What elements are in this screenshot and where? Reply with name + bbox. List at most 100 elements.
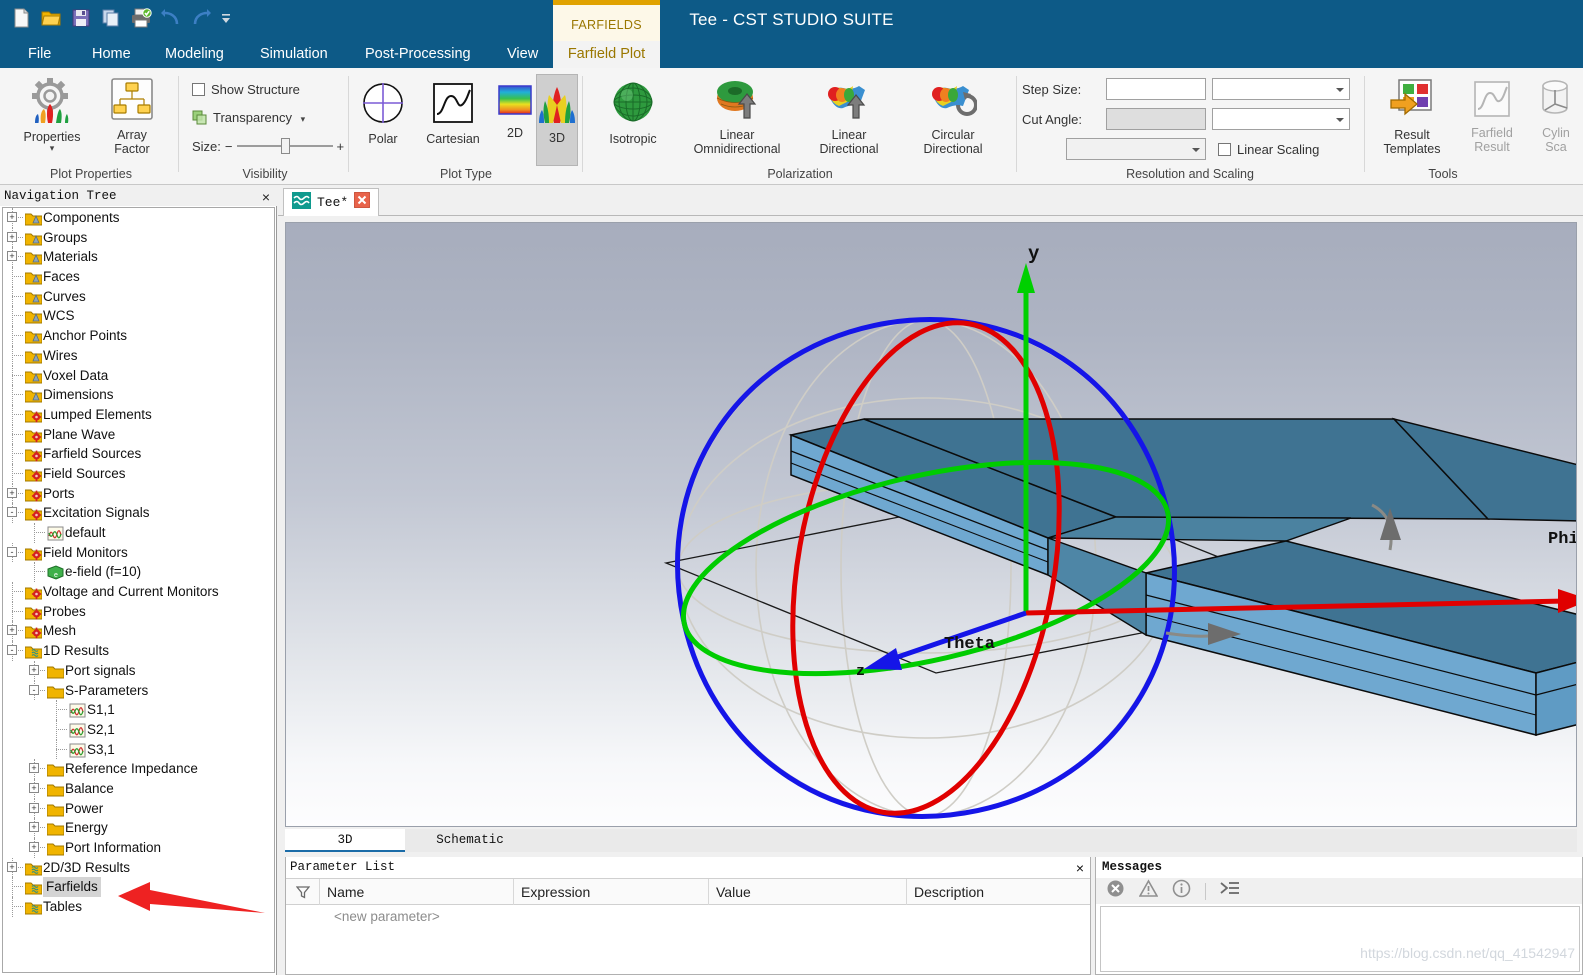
- tree-item-field-sources[interactable]: Field Sources: [3, 463, 274, 484]
- column-header-value[interactable]: Value: [709, 879, 907, 905]
- tree-item-excitation-signals[interactable]: - Excitation Signals: [3, 503, 274, 523]
- size-minus-label[interactable]: −: [225, 139, 233, 154]
- menu-tab-farfield-plot[interactable]: Farfield Plot: [553, 41, 660, 68]
- menu-simulation[interactable]: Simulation: [250, 41, 338, 68]
- expand-icon[interactable]: +: [29, 822, 39, 833]
- collapse-icon[interactable]: -: [29, 684, 39, 695]
- tree-item-anchor-points[interactable]: Anchor Points: [3, 326, 274, 346]
- tree-item-components[interactable]: + Components: [3, 208, 274, 228]
- tree-item-reference-impedance[interactable]: + Reference Impedance: [3, 759, 274, 779]
- tree-item-curves[interactable]: Curves: [3, 286, 274, 307]
- column-header-description[interactable]: Description: [907, 879, 1090, 905]
- linear-directional-button[interactable]: Linear Directional: [799, 76, 899, 156]
- document-tab-tee[interactable]: Tee*: [283, 188, 380, 216]
- tree-item-plane-wave[interactable]: Plane Wave: [3, 424, 274, 445]
- size-slider-handle[interactable]: [280, 138, 290, 154]
- tree-item-s3-1[interactable]: S3,1: [3, 739, 274, 760]
- expand-icon[interactable]: +: [7, 251, 17, 262]
- info-icon[interactable]: [1172, 879, 1191, 903]
- tree-item-wires[interactable]: Wires: [3, 345, 274, 366]
- linear-scaling-box[interactable]: [1218, 143, 1231, 156]
- size-slider[interactable]: [236, 138, 333, 154]
- close-icon[interactable]: ×: [262, 187, 270, 207]
- tree-item-lumped-elements[interactable]: Lumped Elements: [3, 404, 274, 425]
- close-icon[interactable]: ×: [1076, 858, 1084, 878]
- tree-item-e-field-f-10[interactable]: e e-field (f=10): [3, 562, 274, 583]
- tree-item-voxel-data[interactable]: Voxel Data: [3, 365, 274, 386]
- expand-icon[interactable]: +: [7, 625, 17, 636]
- cylinder-scan-button[interactable]: Cylin Sca: [1526, 76, 1583, 154]
- transparency-dropdown-icon[interactable]: ▾: [301, 114, 306, 124]
- expand-icon[interactable]: +: [29, 664, 39, 675]
- menu-post-processing[interactable]: Post-Processing: [355, 41, 481, 68]
- result-templates-button[interactable]: Result Templates: [1370, 76, 1454, 156]
- polar-button[interactable]: Polar: [352, 78, 414, 146]
- tree-item-default[interactable]: default: [3, 523, 274, 543]
- collapse-icon[interactable]: -: [7, 546, 17, 557]
- tree-item-tables[interactable]: Tables: [3, 897, 274, 917]
- tree-item-power[interactable]: + Power: [3, 798, 274, 819]
- tree-item-ports[interactable]: + Ports: [3, 483, 274, 504]
- collapse-icon[interactable]: -: [7, 507, 17, 518]
- warning-icon[interactable]: [1138, 879, 1159, 903]
- circular-directional-button[interactable]: Circular Directional: [900, 76, 1006, 156]
- show-structure-box[interactable]: [192, 83, 205, 96]
- linear-scaling-checkbox[interactable]: Linear Scaling: [1218, 142, 1319, 157]
- tree-item-s1-1[interactable]: S1,1: [3, 700, 274, 720]
- expand-icon[interactable]: +: [7, 212, 17, 222]
- messages-content[interactable]: [1100, 906, 1580, 972]
- transparency-button[interactable]: Transparency ▾: [192, 110, 305, 128]
- menu-home[interactable]: Home: [82, 41, 141, 68]
- document-tab-close-icon[interactable]: [353, 191, 371, 213]
- tree-item-mesh[interactable]: + Mesh: [3, 621, 274, 642]
- navigation-tree-list[interactable]: + Components + Groups + Materials Faces Curves W…: [2, 207, 275, 973]
- tree-item-faces[interactable]: Faces: [3, 267, 274, 287]
- tree-item-farfield-sources[interactable]: Farfield Sources: [3, 444, 274, 464]
- tree-item-farfields[interactable]: Farfields: [3, 877, 274, 898]
- size-plus-label[interactable]: +: [337, 139, 345, 154]
- tab-3d[interactable]: 3D: [285, 829, 405, 852]
- expand-icon[interactable]: +: [7, 861, 17, 872]
- tree-item-voltage-and-current-monitors[interactable]: Voltage and Current Monitors: [3, 582, 274, 602]
- tree-item-probes[interactable]: Probes: [3, 601, 274, 622]
- filter-icon[interactable]: [286, 879, 320, 905]
- menu-modeling[interactable]: Modeling: [155, 41, 234, 68]
- expand-icon[interactable]: +: [29, 842, 39, 852]
- step-size-input[interactable]: [1106, 78, 1206, 100]
- expand-icon[interactable]: +: [29, 782, 39, 793]
- expand-icon[interactable]: +: [7, 487, 17, 498]
- column-header-expression[interactable]: Expression: [514, 879, 709, 905]
- cartesian-button[interactable]: Cartesian: [414, 78, 492, 146]
- error-icon[interactable]: [1106, 879, 1125, 903]
- tree-item-s2-1[interactable]: S2,1: [3, 719, 274, 740]
- expand-icon[interactable]: +: [7, 231, 17, 242]
- resolution-combo-3[interactable]: [1066, 138, 1206, 160]
- tree-item-wcs[interactable]: WCS: [3, 306, 274, 327]
- clear-icon[interactable]: [1220, 880, 1240, 902]
- expand-icon[interactable]: +: [29, 802, 39, 813]
- tab-schematic[interactable]: Schematic: [405, 829, 535, 852]
- tree-item-field-monitors[interactable]: - Field Monitors: [3, 542, 274, 563]
- properties-button[interactable]: Properties ▾: [16, 74, 88, 153]
- show-structure-checkbox[interactable]: Show Structure: [192, 82, 300, 97]
- array-factor-button[interactable]: Array Factor: [96, 74, 168, 156]
- tree-item-materials[interactable]: + Materials: [3, 247, 274, 268]
- resolution-combo-1[interactable]: [1212, 78, 1350, 100]
- menu-view[interactable]: View: [497, 41, 548, 68]
- isotropic-button[interactable]: Isotropic: [591, 76, 675, 146]
- column-header-name[interactable]: Name: [320, 879, 514, 905]
- 2d-button[interactable]: 2D: [494, 78, 536, 140]
- 3d-button[interactable]: 3D: [536, 74, 578, 166]
- tree-item-energy[interactable]: + Energy: [3, 818, 274, 838]
- tree-item-groups[interactable]: + Groups: [3, 227, 274, 248]
- tree-item-2d-3d-results[interactable]: +2D/3D Results: [3, 857, 274, 878]
- collapse-icon[interactable]: -: [7, 645, 17, 656]
- menu-file[interactable]: File: [18, 41, 61, 68]
- 3d-viewport[interactable]: y x z Phi Theta: [285, 222, 1577, 827]
- tree-item-balance[interactable]: + Balance: [3, 778, 274, 799]
- tree-item-port-signals[interactable]: + Port signals: [3, 660, 274, 681]
- properties-dropdown-icon[interactable]: ▾: [16, 144, 88, 153]
- tree-item-port-information[interactable]: + Port Information: [3, 838, 274, 858]
- tree-item-s-parameters[interactable]: - S-Parameters: [3, 680, 274, 701]
- tree-item-dimensions[interactable]: Dimensions: [3, 385, 274, 405]
